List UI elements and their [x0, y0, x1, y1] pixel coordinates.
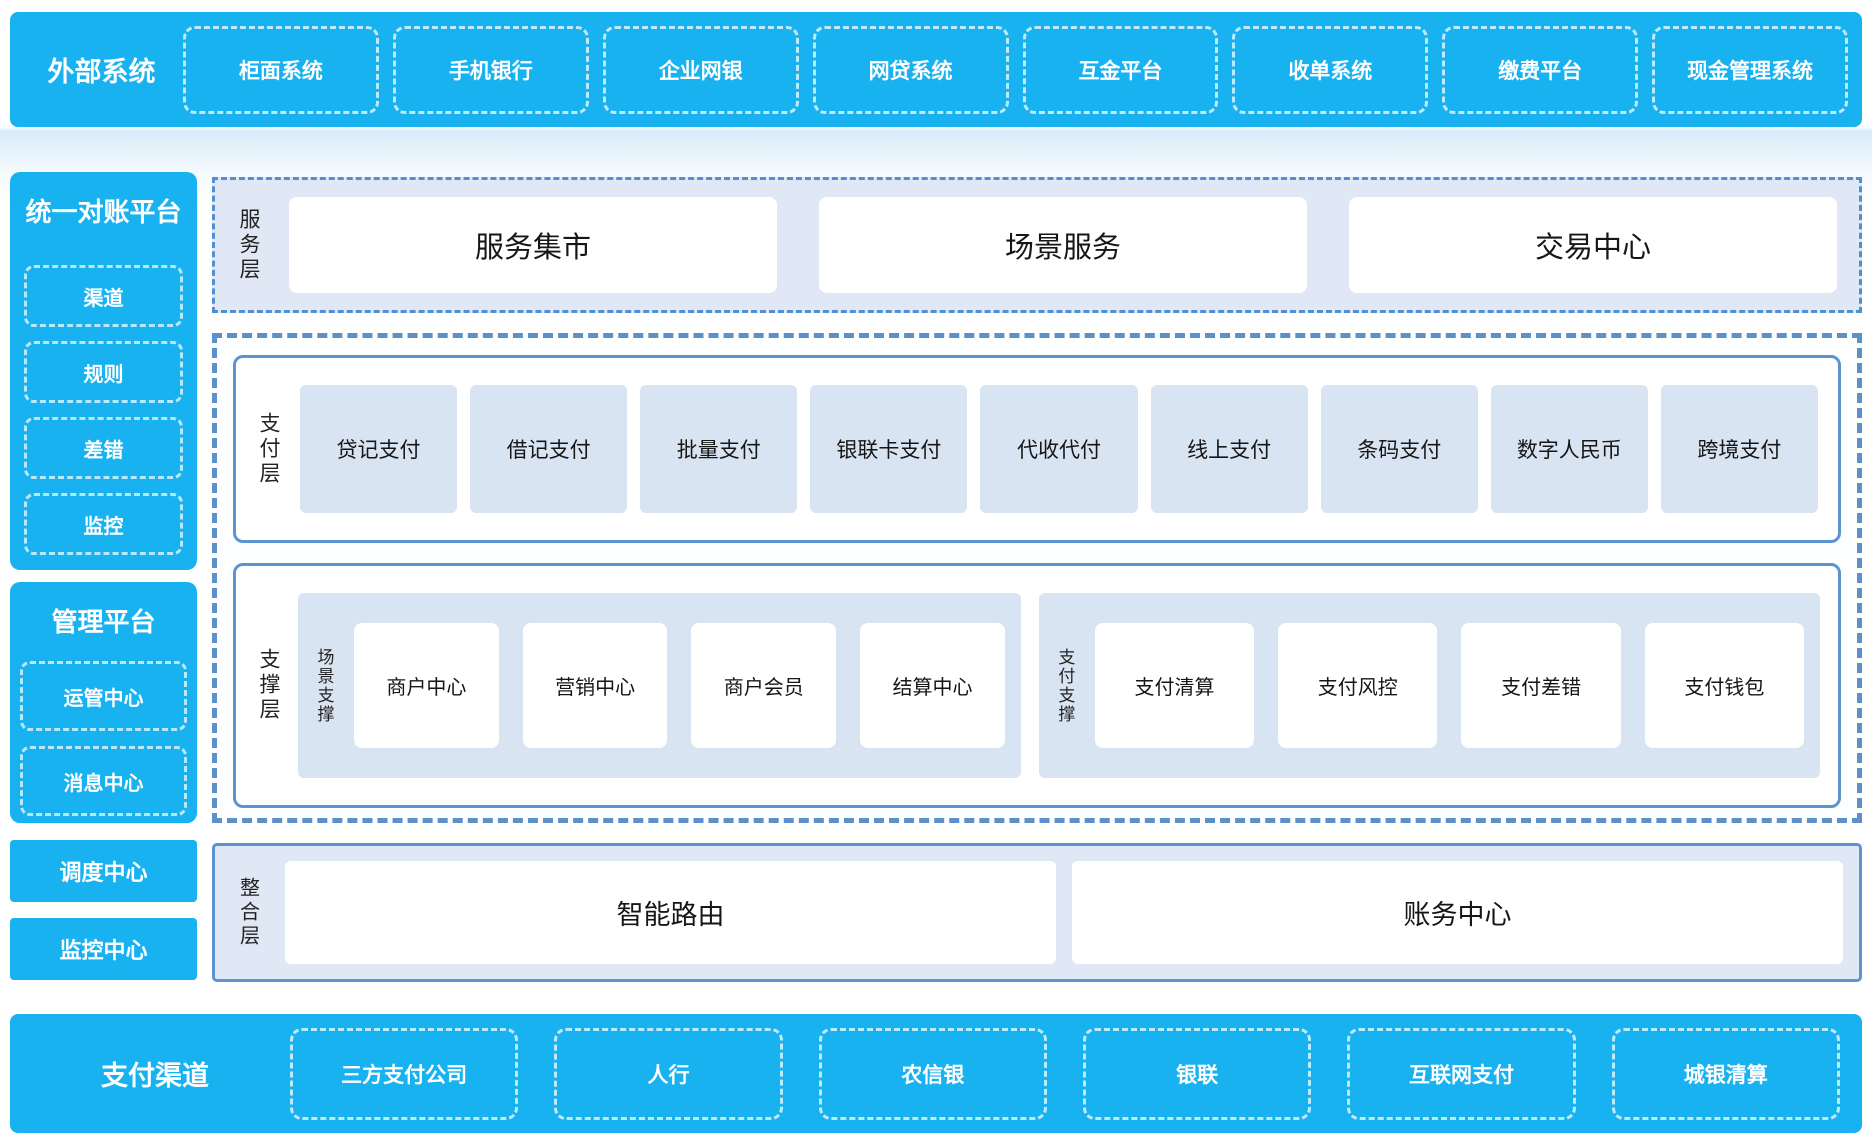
payment-item: 代收代付 — [980, 385, 1137, 513]
scene-support-items: 商户中心 营销中心 商户会员 结算中心 — [354, 623, 1005, 748]
external-system-box: 手机银行 — [393, 26, 589, 114]
payment-support-item: 支付差错 — [1461, 623, 1620, 748]
support-layer-panel: 支撑层 场景支撑 商户中心 营销中心 商户会员 结算中心 支付支撑 — [233, 563, 1841, 808]
payment-channel-box: 三方支付公司 — [290, 1028, 518, 1120]
payment-support-item: 支付钱包 — [1645, 623, 1804, 748]
service-layer-boxes: 服务集市 场景服务 交易中心 — [289, 197, 1837, 293]
external-system-box: 现金管理系统 — [1652, 26, 1848, 114]
reconciliation-items: 渠道 规则 差错 监控 — [10, 265, 197, 555]
architecture-diagram: 外部系统 柜面系统 手机银行 企业网银 网贷系统 互金平台 收单系统 缴费平台 … — [0, 0, 1872, 1146]
management-platform-title: 管理平台 — [10, 582, 197, 639]
payment-channel-box: 互联网支付 — [1347, 1028, 1575, 1120]
payment-channel-box: 农信银 — [819, 1028, 1047, 1120]
payment-item: 银联卡支付 — [810, 385, 967, 513]
monitor-center-box: 监控中心 — [10, 918, 197, 980]
scene-support-item: 结算中心 — [860, 623, 1005, 748]
scene-support-item: 营销中心 — [523, 623, 668, 748]
scene-support-item: 商户中心 — [354, 623, 499, 748]
payment-channel-box: 银联 — [1083, 1028, 1311, 1120]
service-box: 交易中心 — [1349, 197, 1837, 293]
service-box: 场景服务 — [819, 197, 1307, 293]
payment-item: 借记支付 — [470, 385, 627, 513]
service-layer-label: 服务层 — [227, 208, 269, 283]
scene-support-group: 场景支撑 商户中心 营销中心 商户会员 结算中心 — [298, 593, 1021, 778]
payment-channels-boxes: 三方支付公司 人行 农信银 银联 互联网支付 城银清算 — [290, 1028, 1862, 1120]
support-layer-label: 支撑层 — [250, 648, 286, 723]
payment-channels-title: 支付渠道 — [10, 1054, 290, 1093]
external-system-box: 企业网银 — [603, 26, 799, 114]
payment-channel-box: 城银清算 — [1612, 1028, 1840, 1120]
payment-support-group: 支付支撑 支付清算 支付风控 支付差错 支付钱包 — [1039, 593, 1820, 778]
management-items: 运管中心 消息中心 — [10, 661, 197, 816]
integration-box: 智能路由 — [285, 861, 1056, 964]
payment-item: 跨境支付 — [1661, 385, 1818, 513]
reconciliation-item: 规则 — [24, 341, 183, 403]
payment-item: 批量支付 — [640, 385, 797, 513]
reconciliation-item: 监控 — [24, 493, 183, 555]
left-column: 统一对账平台 渠道 规则 差错 监控 管理平台 运管中心 消息中心 调度中心 监… — [10, 172, 197, 980]
external-systems-title: 外部系统 — [10, 50, 183, 89]
external-system-box: 收单系统 — [1232, 26, 1428, 114]
scene-support-label: 场景支撑 — [306, 648, 342, 724]
reconciliation-platform-title: 统一对账平台 — [10, 172, 197, 229]
payment-item: 贷记支付 — [300, 385, 457, 513]
dispatch-center-box: 调度中心 — [10, 840, 197, 902]
reconciliation-item: 差错 — [24, 417, 183, 479]
integration-layer-panel: 整合层 智能路由 账务中心 — [212, 843, 1862, 982]
external-system-box: 互金平台 — [1023, 26, 1219, 114]
service-layer-panel: 服务层 服务集市 场景服务 交易中心 — [212, 177, 1862, 313]
payment-support-item: 支付清算 — [1095, 623, 1254, 748]
reconciliation-platform-panel: 统一对账平台 渠道 规则 差错 监控 — [10, 172, 197, 570]
payment-layer-items: 贷记支付 借记支付 批量支付 银联卡支付 代收代付 线上支付 条码支付 数字人民… — [300, 385, 1818, 513]
payment-layer-panel: 支付层 贷记支付 借记支付 批量支付 银联卡支付 代收代付 线上支付 条码支付 … — [233, 355, 1841, 543]
integration-layer-label: 整合层 — [227, 877, 269, 949]
external-system-box: 缴费平台 — [1442, 26, 1638, 114]
external-system-box: 柜面系统 — [183, 26, 379, 114]
main-column: 服务层 服务集市 场景服务 交易中心 支付层 贷记支付 借记支付 批量支付 银联… — [212, 177, 1862, 982]
scene-support-item: 商户会员 — [691, 623, 836, 748]
payment-item: 线上支付 — [1151, 385, 1308, 513]
management-platform-panel: 管理平台 运管中心 消息中心 — [10, 582, 197, 823]
support-layer-groups: 场景支撑 商户中心 营销中心 商户会员 结算中心 支付支撑 支付清算 支付风控 — [298, 593, 1820, 778]
payment-support-label: 支付支撑 — [1047, 648, 1083, 724]
core-layers-wrapper: 支付层 贷记支付 借记支付 批量支付 银联卡支付 代收代付 线上支付 条码支付 … — [212, 333, 1862, 823]
payment-support-item: 支付风控 — [1278, 623, 1437, 748]
external-systems-bar: 外部系统 柜面系统 手机银行 企业网银 网贷系统 互金平台 收单系统 缴费平台 … — [10, 12, 1862, 127]
management-item: 消息中心 — [20, 746, 187, 816]
payment-item: 数字人民币 — [1491, 385, 1648, 513]
payment-channels-bar: 支付渠道 三方支付公司 人行 农信银 银联 互联网支付 城银清算 — [10, 1014, 1862, 1133]
external-system-box: 网贷系统 — [813, 26, 1009, 114]
external-systems-boxes: 柜面系统 手机银行 企业网银 网贷系统 互金平台 收单系统 缴费平台 现金管理系… — [183, 26, 1862, 114]
integration-box: 账务中心 — [1072, 861, 1843, 964]
reconciliation-item: 渠道 — [24, 265, 183, 327]
payment-support-items: 支付清算 支付风控 支付差错 支付钱包 — [1095, 623, 1804, 748]
service-box: 服务集市 — [289, 197, 777, 293]
management-item: 运管中心 — [20, 661, 187, 731]
payment-layer-label: 支付层 — [250, 412, 286, 487]
payment-channel-box: 人行 — [554, 1028, 782, 1120]
payment-item: 条码支付 — [1321, 385, 1478, 513]
integration-layer-boxes: 智能路由 账务中心 — [285, 861, 1843, 964]
